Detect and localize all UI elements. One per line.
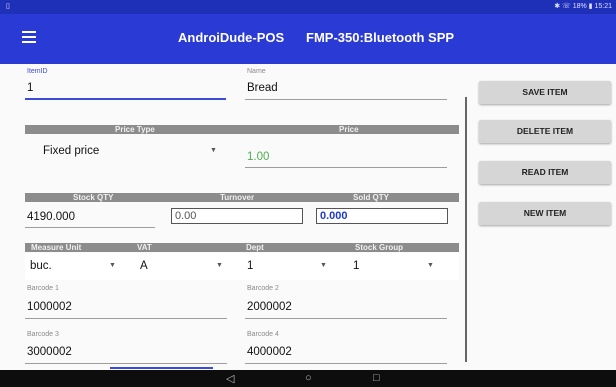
barcode-4-underline bbox=[245, 363, 447, 364]
price-field[interactable]: 1.00 bbox=[247, 151, 269, 163]
printer-connection: FMP-350:Bluetooth SPP bbox=[306, 30, 455, 45]
barcode-2-underline bbox=[245, 318, 447, 319]
barcode-4-label: Barcode 4 bbox=[247, 331, 279, 338]
app-bar: AndroiDude-POS FMP-350:Bluetooth SPP bbox=[0, 14, 616, 64]
notification-icon: ▯ bbox=[6, 3, 10, 10]
new-item-button[interactable]: NEW ITEM bbox=[479, 202, 611, 225]
barcode-4-field[interactable]: 4000002 bbox=[247, 346, 292, 358]
save-item-button[interactable]: SAVE ITEM bbox=[479, 81, 611, 104]
stock-group-dropdown-icon[interactable]: ▼ bbox=[427, 262, 434, 269]
item-id-field[interactable]: 1 bbox=[27, 82, 33, 94]
measure-unit-select[interactable]: buc. bbox=[30, 260, 52, 272]
price-underline bbox=[245, 167, 447, 168]
home-icon[interactable]: ○ bbox=[305, 372, 312, 384]
form-divider bbox=[465, 97, 467, 362]
price-type-dropdown-icon[interactable]: ▼ bbox=[210, 147, 217, 154]
barcode-3-underline bbox=[25, 363, 227, 364]
dept-select[interactable]: 1 bbox=[247, 260, 253, 272]
hamburger-menu-icon[interactable] bbox=[22, 31, 36, 43]
barcode-2-label: Barcode 2 bbox=[247, 285, 279, 292]
read-item-button[interactable]: READ ITEM bbox=[479, 161, 611, 184]
scroll-indicator bbox=[110, 367, 213, 369]
measure-header: Measure Unit VAT Dept Stock Group bbox=[25, 243, 459, 252]
barcode-1-underline bbox=[25, 318, 227, 319]
stock-group-select[interactable]: 1 bbox=[353, 260, 359, 272]
app-title: AndroiDude-POS bbox=[178, 30, 285, 45]
sold-qty-field: 0.000 bbox=[316, 208, 448, 224]
delete-item-button[interactable]: DELETE ITEM bbox=[479, 120, 611, 143]
barcode-3-field[interactable]: 3000002 bbox=[27, 346, 72, 358]
status-bar: ▯ ✱ ☏ 18% ▮ 15:21 bbox=[0, 0, 616, 14]
dept-dropdown-icon[interactable]: ▼ bbox=[320, 262, 327, 269]
name-field[interactable]: Bread bbox=[247, 82, 278, 94]
recent-apps-icon[interactable]: □ bbox=[373, 372, 380, 384]
vat-dropdown-icon[interactable]: ▼ bbox=[216, 262, 223, 269]
name-label: Name bbox=[247, 68, 266, 75]
turnover-field: 0.00 bbox=[171, 208, 303, 224]
stock-group-header: Stock Group bbox=[355, 243, 404, 252]
dept-header: Dept bbox=[246, 243, 264, 252]
measure-unit-dropdown-icon[interactable]: ▼ bbox=[109, 262, 116, 269]
turnover-header: Turnover bbox=[220, 193, 255, 202]
stock-qty-underline bbox=[25, 227, 155, 228]
back-icon[interactable]: ◁ bbox=[226, 372, 234, 385]
vat-header: VAT bbox=[137, 243, 152, 252]
item-id-underline bbox=[25, 98, 226, 100]
price-header-label: Price bbox=[339, 125, 359, 134]
vat-select[interactable]: A bbox=[140, 260, 148, 272]
barcode-1-label: Barcode 1 bbox=[27, 285, 59, 292]
price-type-select[interactable]: Fixed price bbox=[43, 145, 99, 157]
barcode-3-label: Barcode 3 bbox=[27, 331, 59, 338]
stock-header: Stock QTY Turnover Sold QTY bbox=[25, 193, 459, 202]
navigation-bar: ◁ ○ □ bbox=[0, 370, 616, 387]
measure-row bbox=[25, 253, 459, 280]
stock-qty-field[interactable]: 4190.000 bbox=[27, 211, 75, 223]
item-id-label: ItemID bbox=[27, 68, 48, 75]
barcode-2-field[interactable]: 2000002 bbox=[247, 301, 292, 313]
sold-qty-header: Sold QTY bbox=[353, 193, 389, 202]
price-header: Price Type Price bbox=[25, 125, 459, 134]
barcode-1-field[interactable]: 1000002 bbox=[27, 301, 72, 313]
stock-qty-header: Stock QTY bbox=[73, 193, 114, 202]
price-type-header: Price Type bbox=[115, 125, 155, 134]
name-underline bbox=[245, 99, 447, 100]
status-info: ✱ ☏ 18% ▮ 15:21 bbox=[554, 3, 612, 10]
measure-unit-header: Measure Unit bbox=[31, 243, 82, 252]
